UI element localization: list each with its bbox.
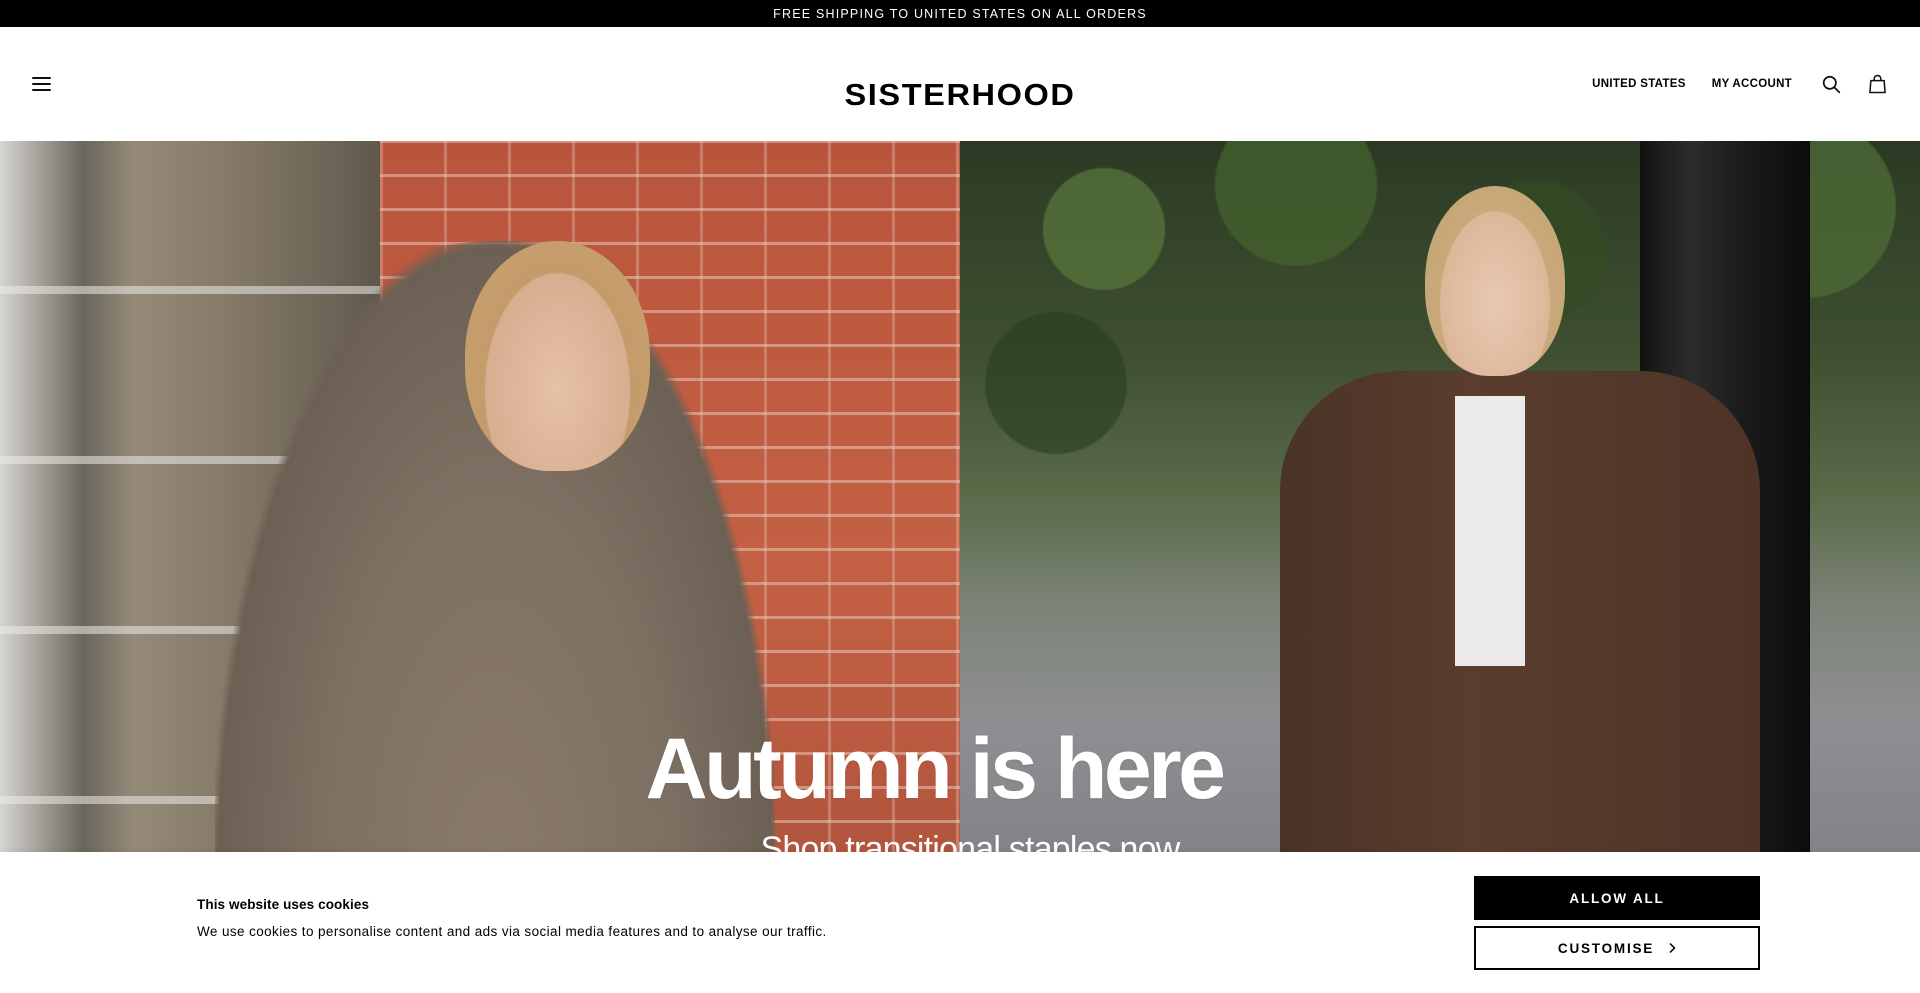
cookie-description: We use cookies to personalise content an… bbox=[197, 924, 827, 939]
header-utilities: UNITED STATES MY ACCOUNT bbox=[1592, 71, 1888, 97]
customise-label: CUSTOMISE bbox=[1557, 940, 1655, 956]
chevron-right-icon bbox=[1668, 942, 1676, 954]
customise-button[interactable]: CUSTOMISE bbox=[1474, 926, 1760, 970]
cookie-banner: This website uses cookies We use cookies… bbox=[0, 852, 1920, 993]
site-header: SISTERHOOD UNITED STATES MY ACCOUNT bbox=[0, 27, 1920, 141]
cookie-title: This website uses cookies bbox=[197, 897, 370, 912]
search-icon[interactable] bbox=[1820, 73, 1842, 95]
my-account-link[interactable]: MY ACCOUNT bbox=[1712, 78, 1792, 90]
hero-title: Autumn is here bbox=[645, 721, 1226, 817]
allow-all-button[interactable]: ALLOW ALL bbox=[1474, 876, 1760, 920]
allow-all-label: ALLOW ALL bbox=[1569, 890, 1665, 906]
region-selector[interactable]: UNITED STATES bbox=[1592, 78, 1686, 90]
white-tee bbox=[1455, 396, 1525, 666]
model-head-left bbox=[465, 241, 650, 471]
shopping-bag-icon[interactable] bbox=[1866, 73, 1888, 95]
announcement-bar: FREE SHIPPING TO UNITED STATES ON ALL OR… bbox=[0, 0, 1920, 27]
model-head-right bbox=[1425, 186, 1565, 376]
announcement-text: FREE SHIPPING TO UNITED STATES ON ALL OR… bbox=[773, 6, 1147, 21]
